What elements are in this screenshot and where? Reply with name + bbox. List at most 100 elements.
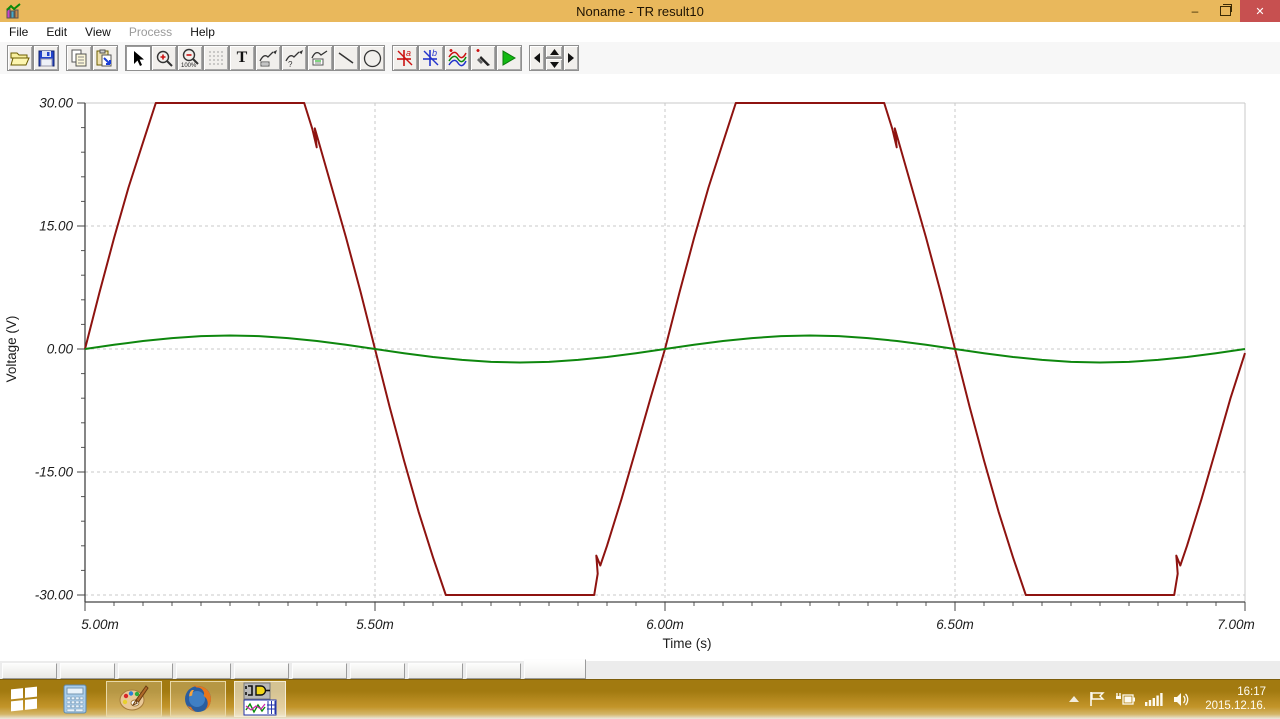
menu-help[interactable]: Help: [181, 23, 224, 41]
taskbar-item-tina[interactable]: [234, 681, 286, 717]
page-tab[interactable]: [2, 663, 57, 679]
volume-button[interactable]: [1173, 692, 1190, 707]
page-tab[interactable]: [60, 663, 115, 679]
tray-expand-button[interactable]: [1069, 696, 1080, 702]
cursor-a-icon: a: [397, 48, 413, 66]
taskbar-item-paint[interactable]: [106, 681, 162, 717]
menu-process: Process: [128, 25, 173, 39]
cursor-a-button[interactable]: a: [392, 45, 418, 71]
taskbar-item-firefox[interactable]: [170, 681, 226, 717]
x-tick-label: 6.00m: [646, 617, 684, 632]
text-tool-icon: T: [236, 49, 248, 66]
paste-button[interactable]: [92, 45, 118, 71]
probe-a-button[interactable]: [255, 45, 281, 71]
x-tick-label: 5.00m: [81, 617, 119, 632]
windows-logo-icon: [11, 686, 37, 712]
start-button[interactable]: [0, 679, 48, 719]
tina-icon: [243, 682, 277, 716]
network-status-button[interactable]: [1145, 692, 1163, 706]
y-tick-label: 0.00: [47, 342, 74, 357]
add-curve-button[interactable]: [444, 45, 470, 71]
svg-text:?: ?: [288, 60, 293, 68]
taskbar-item-calculator[interactable]: [52, 681, 98, 717]
toolbar: 100% T ? a b: [0, 42, 1280, 75]
battery-plug-icon: [1116, 693, 1136, 705]
flag-icon: [1090, 692, 1105, 706]
probe-b-button[interactable]: ?: [281, 45, 307, 71]
nav-up-button[interactable]: [545, 45, 563, 58]
zoom-in-icon: [156, 50, 173, 67]
firefox-icon: [185, 685, 211, 712]
y-axis-title: Voltage (V): [4, 316, 19, 383]
copy-icon: [71, 49, 87, 67]
paint-icon: [119, 685, 149, 711]
x-tick-label: 6.50m: [936, 617, 974, 632]
calculator-icon: [63, 684, 87, 714]
y-tick-label: -30.00: [35, 588, 74, 603]
run-button[interactable]: [496, 45, 522, 71]
add-curve-icon: [447, 49, 467, 67]
zoom-out-button[interactable]: 100%: [177, 45, 203, 71]
right-arrow-icon: [568, 53, 574, 63]
grid-button: [203, 45, 229, 71]
title-bar: Noname - TR result10 – ✕: [0, 0, 1280, 22]
page-tab[interactable]: [176, 663, 231, 679]
select-cursor-button[interactable]: [125, 45, 151, 71]
save-button[interactable]: [33, 45, 59, 71]
nav-down-button[interactable]: [545, 58, 563, 71]
add-probe-icon: [476, 49, 490, 66]
add-probe-button[interactable]: [470, 45, 496, 71]
chart-panel: 5.00m 5.50m 6.00m 6.50m 7.00m 30.00 15.00 0.00 -…: [0, 74, 1280, 658]
open-button[interactable]: [7, 45, 33, 71]
paste-icon: [96, 49, 112, 67]
page-tab[interactable]: [234, 663, 289, 679]
left-arrow-icon: [534, 53, 540, 63]
page-tab[interactable]: [466, 663, 521, 679]
grid-icon: [209, 51, 223, 65]
copy-button[interactable]: [66, 45, 92, 71]
down-arrow-icon: [549, 61, 559, 68]
power-status-button[interactable]: [1115, 692, 1136, 706]
text-tool-button[interactable]: T: [229, 45, 255, 71]
close-button[interactable]: ✕: [1240, 0, 1280, 22]
system-tray: 16:17 2015.12.16.: [1064, 679, 1280, 719]
menu-bar: File Edit View Process Help: [0, 22, 1280, 43]
menu-file[interactable]: File: [0, 23, 37, 41]
y-tick-label: 30.00: [39, 96, 73, 111]
line-tool-button[interactable]: [333, 45, 359, 71]
menu-view[interactable]: View: [76, 23, 120, 41]
y-tick-label: 15.00: [39, 219, 73, 234]
application-window: Noname - TR result10 – ✕ File Edit View …: [0, 0, 1280, 719]
up-arrow-icon: [549, 48, 559, 55]
page-tab[interactable]: [118, 663, 173, 679]
page-tab[interactable]: [350, 663, 405, 679]
taskbar: 16:17 2015.12.16.: [0, 679, 1280, 719]
annotation-icon: [311, 50, 328, 66]
page-tab[interactable]: [292, 663, 347, 679]
svg-text:100%: 100%: [181, 63, 197, 68]
save-floppy-icon: [38, 50, 54, 66]
restore-button[interactable]: [1210, 0, 1240, 22]
clock[interactable]: 16:17 2015.12.16.: [1205, 685, 1266, 713]
menu-edit[interactable]: Edit: [37, 23, 76, 41]
speaker-icon: [1174, 692, 1189, 706]
x-tick-label: 7.00m: [1217, 617, 1255, 632]
svg-text:a: a: [406, 48, 411, 58]
cursor-b-icon: b: [423, 48, 439, 66]
page-tab-active[interactable]: [524, 659, 586, 679]
probe-curve-question-icon: ?: [285, 49, 303, 68]
minimize-button[interactable]: –: [1180, 0, 1210, 22]
probe-curve-icon: [259, 49, 277, 66]
restore-icon: [1219, 4, 1232, 16]
line-icon: [338, 52, 354, 64]
action-center-button[interactable]: [1089, 691, 1105, 707]
chart-canvas[interactable]: 5.00m 5.50m 6.00m 6.50m 7.00m 30.00 15.00 0.00 -…: [0, 74, 1280, 658]
page-tab[interactable]: [408, 663, 463, 679]
nav-right-button[interactable]: [563, 45, 579, 71]
ellipse-tool-button[interactable]: [359, 45, 385, 71]
nav-left-button[interactable]: [529, 45, 545, 71]
cursor-b-button[interactable]: b: [418, 45, 444, 71]
zoom-in-button[interactable]: [151, 45, 177, 71]
annotation-button[interactable]: [307, 45, 333, 71]
play-icon: [502, 50, 516, 66]
